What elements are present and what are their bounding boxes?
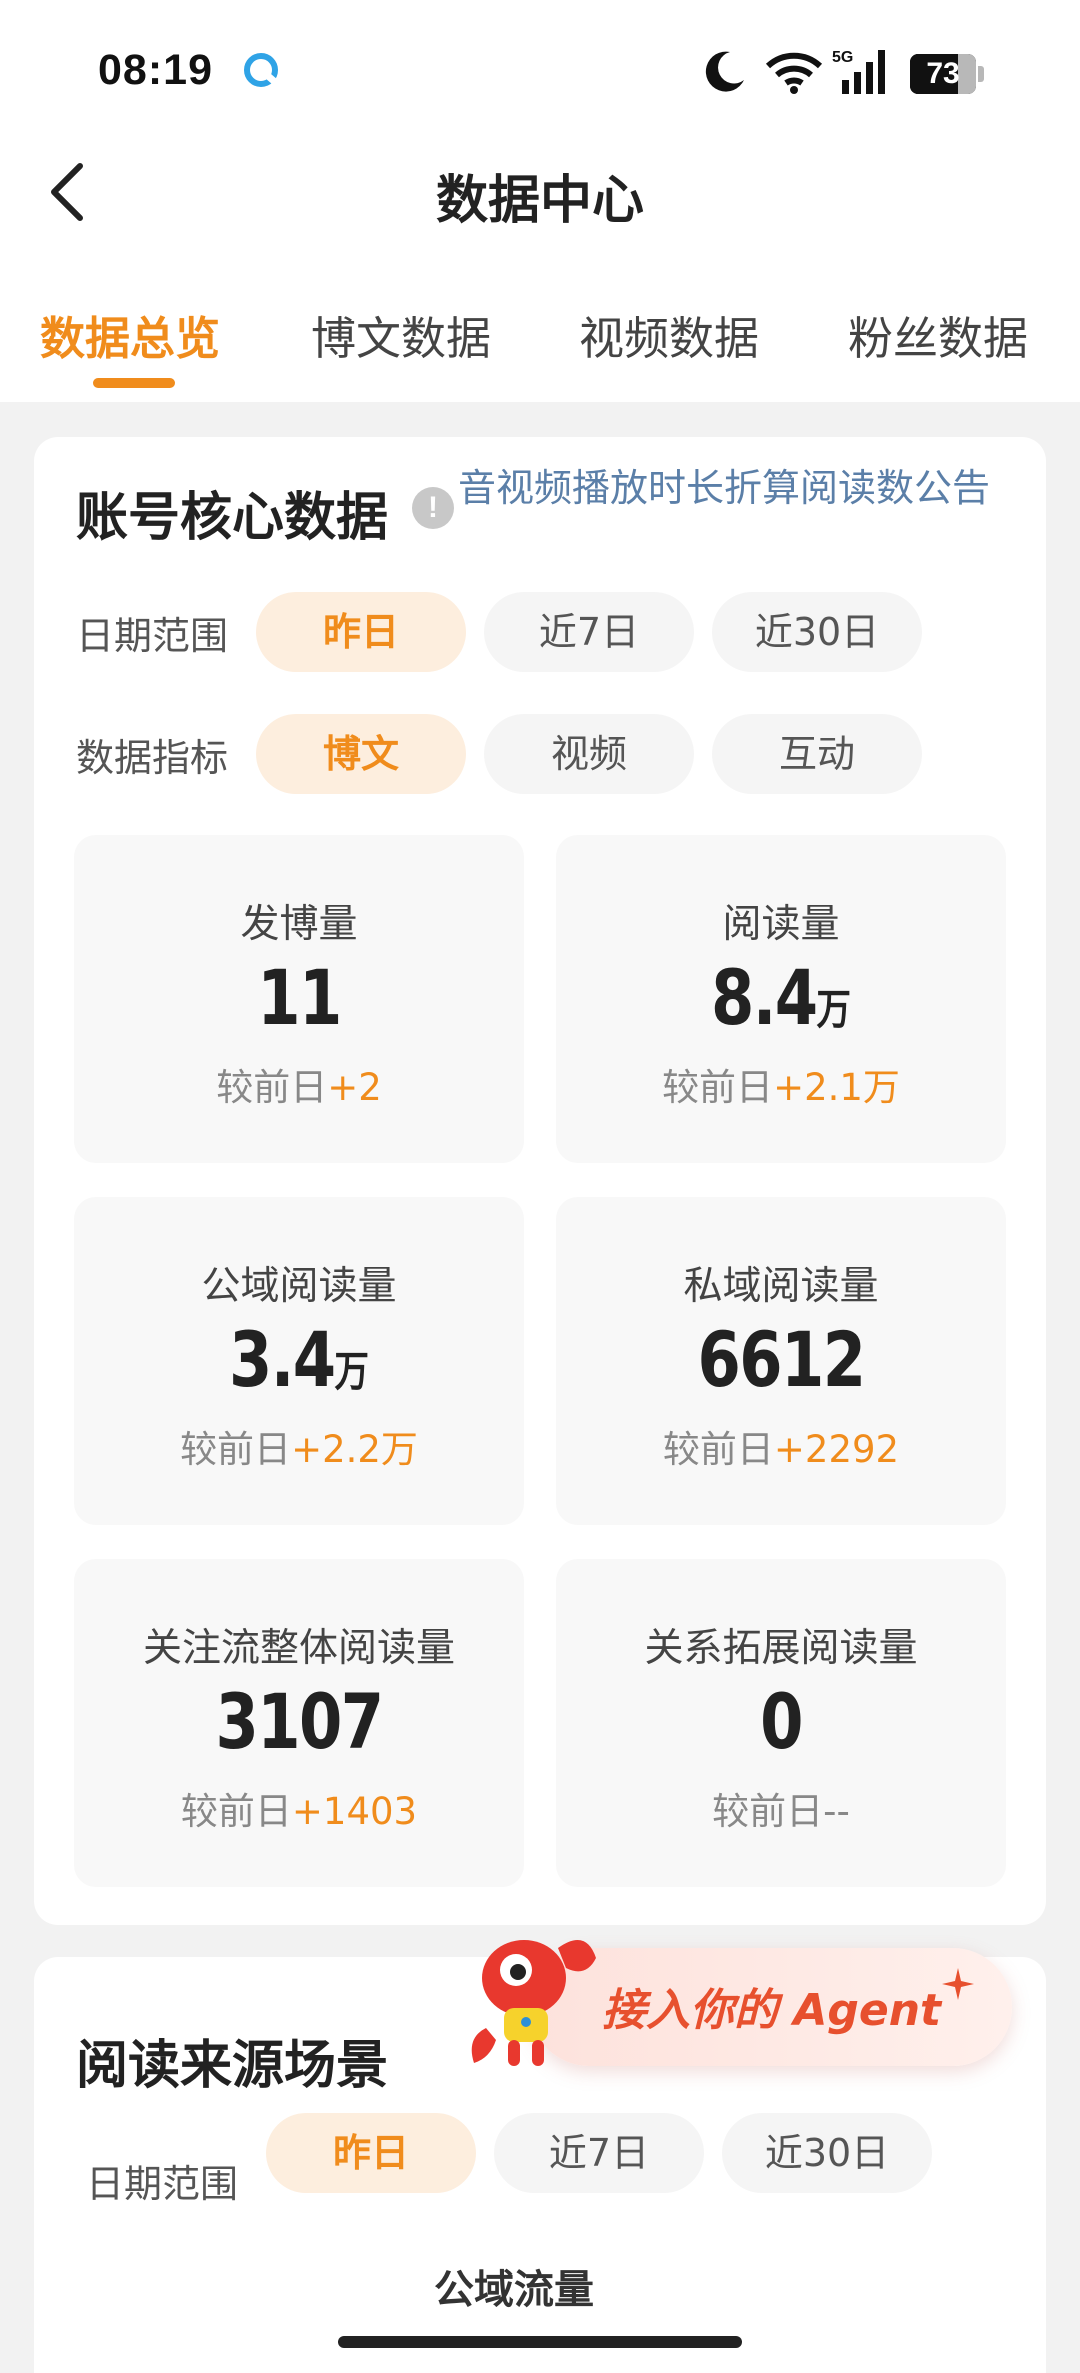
stat-value: 11 — [257, 953, 342, 1042]
stat-compare: 较前日+2292 — [662, 1428, 900, 1471]
date-option-yesterday[interactable]: 昨日 — [266, 2113, 476, 2193]
source-card-title: 阅读来源场景 — [76, 2036, 389, 2096]
date-option-7d[interactable]: 近7日 — [494, 2113, 704, 2193]
stat-label: 发博量 — [240, 902, 358, 947]
metric-label: 数据指标 — [76, 736, 229, 780]
status-time: 08:19 — [98, 46, 213, 94]
info-icon[interactable]: ! — [412, 487, 454, 529]
public-traffic-heading: 公域流量 — [434, 2267, 594, 2313]
stat-compare: 较前日+2 — [216, 1066, 382, 1109]
stat-label: 阅读量 — [722, 902, 840, 947]
stat-compare: 较前日-- — [712, 1790, 850, 1833]
date-option-7d[interactable]: 近7日 — [484, 592, 694, 672]
tab-fans[interactable]: 粉丝数据 — [848, 302, 1028, 367]
notice-link[interactable]: 音视频播放时长折算阅读数公告 — [458, 467, 1018, 509]
metric-option-video[interactable]: 视频 — [484, 714, 694, 794]
date-range-label: 日期范围 — [86, 2162, 239, 2206]
agent-promo-text: 接入你的 Agent — [602, 1985, 942, 2036]
battery-icon: 73 — [910, 54, 984, 94]
tab-bar: 数据总览 博文数据 视频数据 粉丝数据 — [0, 290, 1080, 402]
stat-compare: 较前日+2.1万 — [662, 1066, 900, 1109]
date-option-yesterday[interactable]: 昨日 — [256, 592, 466, 672]
header: 数据中心 — [0, 140, 1080, 250]
stat-value: 0 — [760, 1677, 803, 1766]
core-data-card: 账号核心数据 ! 音视频播放时长折算阅读数公告 日期范围 昨日 近7日 近30日… — [34, 437, 1046, 1925]
tab-posts[interactable]: 博文数据 — [311, 302, 491, 367]
stat-value: 6612 — [697, 1315, 867, 1404]
stat-label: 关注流整体阅读量 — [142, 1626, 455, 1671]
stat-card[interactable]: 关注流整体阅读量 3107 较前日+1403 — [74, 1559, 524, 1887]
stat-value: 3.4万 — [229, 1315, 369, 1404]
stat-value: 8.4万 — [711, 953, 851, 1042]
stat-label: 私域阅读量 — [683, 1264, 879, 1309]
stat-card[interactable]: 公域阅读量 3.4万 较前日+2.2万 — [74, 1197, 524, 1525]
stat-value: 3107 — [215, 1677, 385, 1766]
tab-videos[interactable]: 视频数据 — [579, 302, 759, 367]
top-area: 08:19 5G 73 数据中心 数据总览 博文数据 视频数据 粉丝数据 — [0, 0, 1080, 402]
stat-card[interactable]: 发博量 11 较前日+2 — [74, 835, 524, 1163]
home-indicator — [338, 2336, 742, 2348]
wifi-icon — [765, 52, 823, 94]
date-range-label: 日期范围 — [76, 614, 229, 658]
stat-card[interactable]: 私域阅读量 6612 较前日+2292 — [556, 1197, 1006, 1525]
stat-label: 关系拓展阅读量 — [644, 1626, 918, 1671]
stat-card[interactable]: 关系拓展阅读量 0 较前日-- — [556, 1559, 1006, 1887]
tab-overview[interactable]: 数据总览 — [40, 302, 220, 367]
core-card-title: 账号核心数据 — [76, 488, 389, 548]
sparkle-icon — [942, 1968, 974, 2000]
metric-option-posts[interactable]: 博文 — [256, 714, 466, 794]
date-option-30d[interactable]: 近30日 — [722, 2113, 932, 2193]
status-bar: 08:19 5G 73 — [0, 0, 1080, 140]
page-title: 数据中心 — [435, 171, 644, 231]
app-icon — [244, 53, 278, 87]
crab-mascot-icon[interactable] — [446, 1918, 606, 2078]
stat-card[interactable]: 阅读量 8.4万 较前日+2.1万 — [556, 835, 1006, 1163]
signal-5g-icon: 5G — [832, 49, 885, 94]
stat-compare: 较前日+1403 — [180, 1790, 418, 1833]
metric-option-interaction[interactable]: 互动 — [712, 714, 922, 794]
moon-icon — [705, 51, 744, 92]
stat-compare: 较前日+2.2万 — [180, 1428, 418, 1471]
svg-text:5G: 5G — [832, 49, 853, 66]
tab-active-indicator — [93, 378, 175, 388]
date-option-30d[interactable]: 近30日 — [712, 592, 922, 672]
battery-level-text: 73 — [926, 57, 960, 90]
stat-label: 公域阅读量 — [201, 1264, 397, 1309]
